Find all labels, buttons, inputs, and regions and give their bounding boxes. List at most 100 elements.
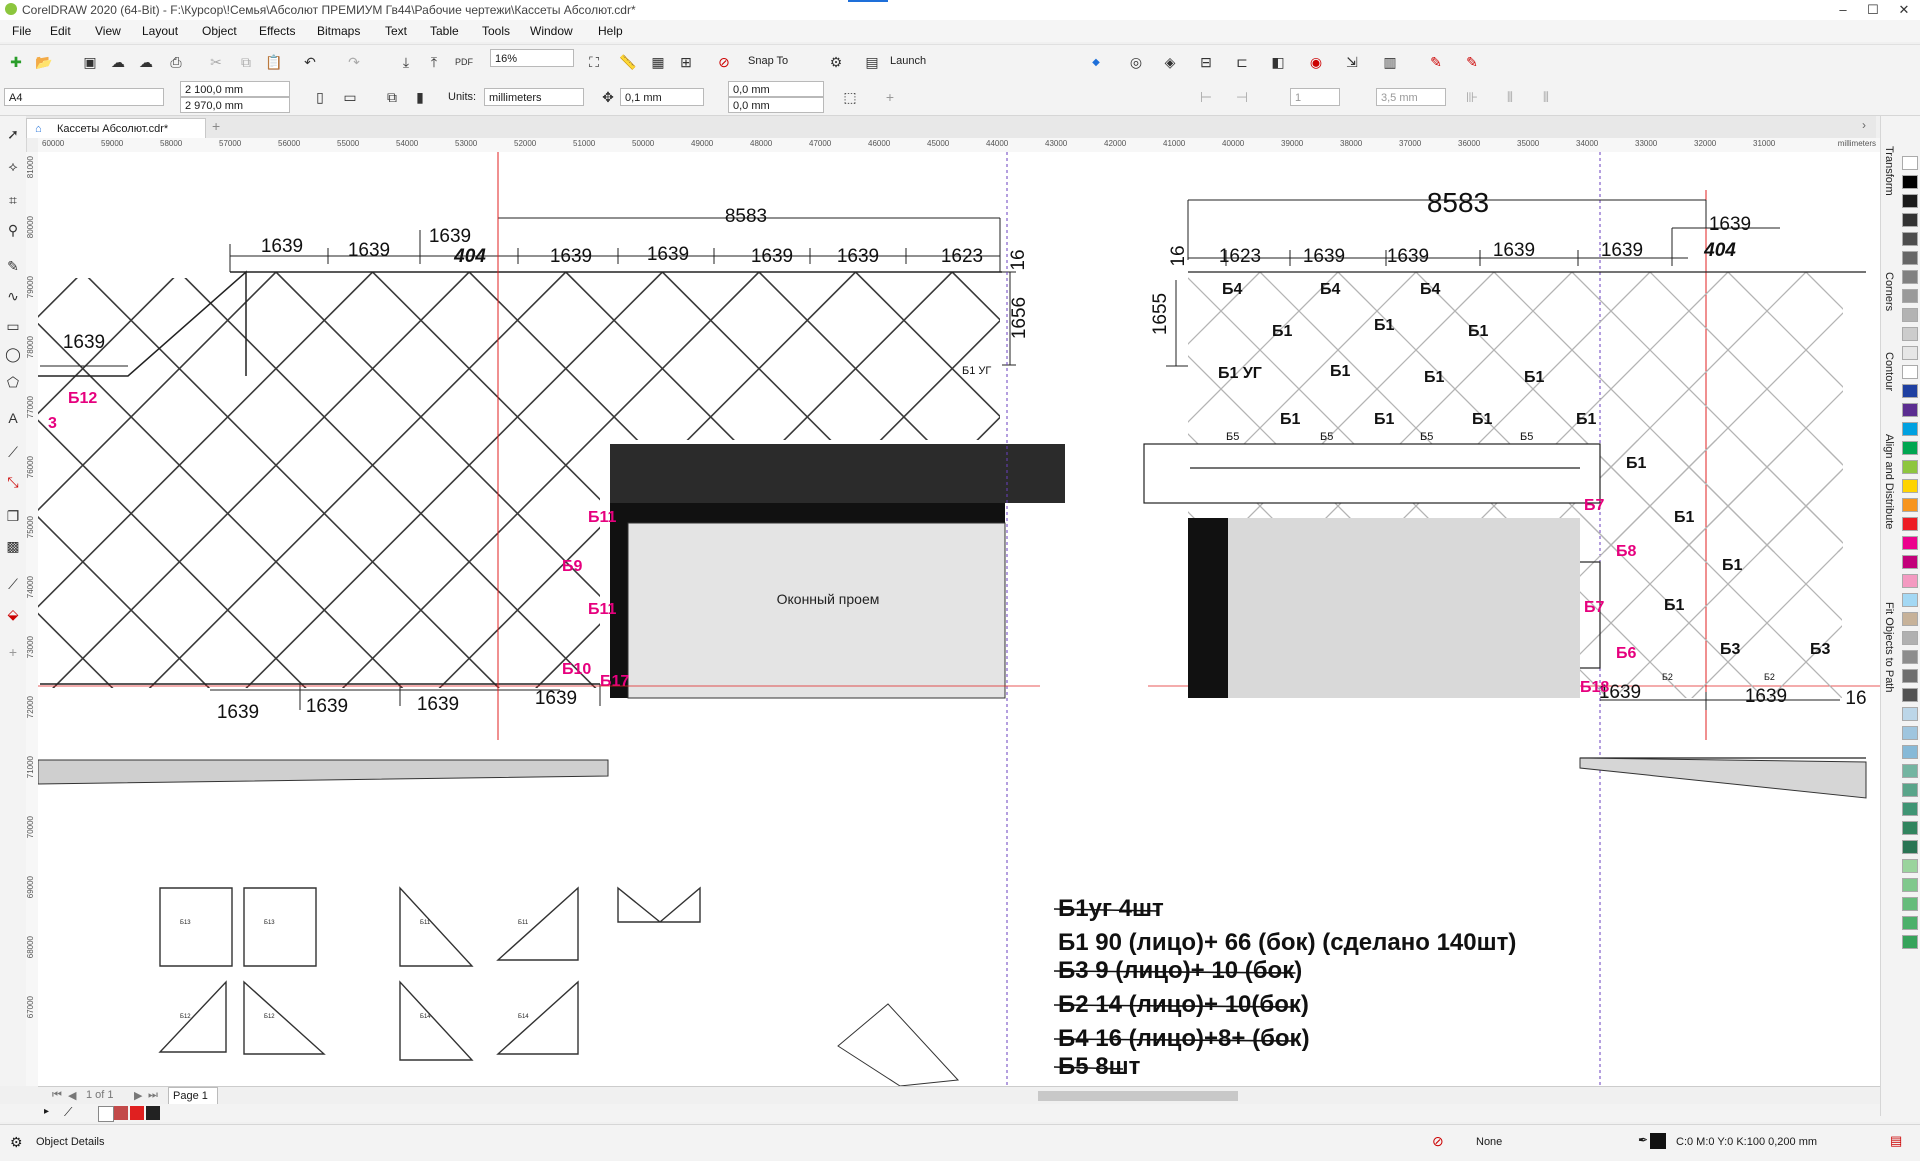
palette-swatch[interactable] — [1902, 688, 1918, 702]
first-page-icon[interactable]: ⏮ — [52, 1089, 62, 1102]
undo-icon[interactable]: ↶ — [300, 52, 320, 72]
horizontal-ruler[interactable]: 60000 59000 58000 57000 56000 55000 54000 53000… — [38, 138, 1880, 153]
palette-swatch[interactable] — [1902, 669, 1918, 683]
distribute-b-icon[interactable]: ⦀ — [1500, 87, 1520, 107]
horizontal-scrollbar[interactable] — [1038, 1091, 1238, 1101]
distribute-a-icon[interactable]: ⊪ — [1462, 87, 1482, 107]
color-settings-icon[interactable]: ▤ — [1890, 1133, 1902, 1149]
palette-swatch[interactable] — [1902, 403, 1918, 417]
eyedropper-tool-icon[interactable]: ⟋ — [3, 574, 23, 594]
docker-corners[interactable]: Corners — [1883, 272, 1895, 311]
units-select[interactable]: millimeters — [484, 88, 584, 106]
palette-arrow-icon[interactable]: ▸ — [44, 1106, 49, 1117]
select-all-icon[interactable]: ⬚ — [840, 87, 860, 107]
page-size-select[interactable]: A4 — [4, 88, 164, 106]
snap-to-dropdown[interactable]: Snap To — [748, 55, 788, 67]
panel-icon[interactable]: ▥ — [1380, 52, 1400, 72]
nudge-distance-field[interactable]: 0,1 mm — [620, 88, 704, 106]
next-page-icon[interactable]: ▶ — [134, 1089, 142, 1102]
palette-swatch[interactable] — [1902, 612, 1918, 626]
palette-swatch[interactable] — [1902, 365, 1918, 379]
swatch-red[interactable] — [130, 1106, 144, 1120]
publish-pdf-icon[interactable]: PDF — [454, 52, 474, 72]
zoom-level-field[interactable]: 16% — [490, 49, 574, 67]
current-page-icon[interactable]: ▮ — [410, 87, 430, 107]
align-icon[interactable]: ⊟ — [1196, 52, 1216, 72]
open-icon[interactable]: 📂 — [34, 52, 54, 72]
palette-swatch[interactable] — [1902, 289, 1918, 303]
docker-fit-path[interactable]: Fit Objects to Path — [1883, 602, 1895, 692]
document-tab[interactable]: ⌂ Кассеты Абсолют.cdr* — [26, 118, 206, 138]
minimize-button[interactable]: – — [1828, 0, 1858, 20]
palette-swatch[interactable] — [1902, 935, 1918, 949]
menu-edit[interactable]: Edit — [50, 24, 71, 38]
prev-page-icon[interactable]: ◀ — [68, 1089, 76, 1102]
palette-swatch[interactable] — [1902, 783, 1918, 797]
dimension-a-icon[interactable]: ⊢ — [1196, 87, 1216, 107]
transparency-tool-icon[interactable]: ▩ — [3, 536, 23, 556]
spacing-field[interactable]: 3,5 mm — [1376, 88, 1446, 106]
swatch-red-dark[interactable] — [114, 1106, 128, 1120]
crop-tool-icon[interactable]: ⌗ — [3, 190, 23, 210]
cut-icon[interactable]: ✂ — [206, 52, 226, 72]
connector-tool-icon[interactable]: ⤡ — [3, 472, 23, 492]
palette-swatch[interactable] — [1902, 859, 1918, 873]
menu-text[interactable]: Text — [385, 24, 407, 38]
order-icon[interactable]: ◧ — [1268, 52, 1288, 72]
launch-icon[interactable]: ▤ — [862, 52, 882, 72]
shape-edit-icon[interactable]: ⟡ — [3, 156, 23, 176]
fill-tool-icon[interactable]: ⬙ — [3, 604, 23, 624]
freehand-tool-icon[interactable]: ✎ — [3, 256, 23, 276]
zoom-tool-icon[interactable]: ⚲ — [3, 220, 23, 240]
dimension-b-icon[interactable]: ⊣ — [1232, 87, 1252, 107]
drawing-canvas[interactable]: Оконный проем 1639 1639 1639 1639 1639 1… — [38, 152, 1880, 1086]
polygon-tool-icon[interactable]: ⬠ — [3, 372, 23, 392]
menu-layout[interactable]: Layout — [142, 24, 178, 38]
palette-swatch[interactable] — [1902, 194, 1918, 208]
launch-dropdown[interactable]: Launch — [890, 55, 926, 67]
tab-scroll-icon[interactable]: › — [1862, 118, 1866, 132]
distribute-c-icon[interactable]: ⫴ — [1536, 87, 1556, 107]
full-screen-icon[interactable]: ⛶ — [584, 52, 604, 72]
docker-align[interactable]: Align and Distribute — [1883, 434, 1895, 529]
palette-swatch[interactable] — [1902, 536, 1918, 550]
text-tool-icon[interactable]: A — [3, 408, 23, 428]
page-tab[interactable]: Page 1 — [168, 1087, 218, 1105]
palette-swatch[interactable] — [1902, 460, 1918, 474]
palette-swatch[interactable] — [1902, 593, 1918, 607]
palette-swatch[interactable] — [1902, 308, 1918, 322]
cloud-download-icon[interactable]: ☁ — [136, 52, 156, 72]
rectangle-tool-icon[interactable]: ▭ — [3, 316, 23, 336]
record-icon[interactable]: ◉ — [1306, 52, 1326, 72]
duplicate-y-field[interactable]: 0,0 mm — [728, 97, 824, 113]
menu-effects[interactable]: Effects — [259, 24, 295, 38]
page-width-field[interactable]: 2 100,0 mm — [180, 81, 290, 97]
palette-swatch[interactable] — [1902, 916, 1918, 930]
menu-table[interactable]: Table — [430, 24, 459, 38]
menu-tools[interactable]: Tools — [482, 24, 510, 38]
palette-swatch[interactable] — [1902, 441, 1918, 455]
palette-swatch[interactable] — [1902, 821, 1918, 835]
portrait-icon[interactable]: ▯ — [310, 87, 330, 107]
object-details[interactable]: Object Details — [36, 1136, 104, 1148]
add-tab-icon[interactable]: + — [212, 118, 220, 134]
plugin-b-icon[interactable]: ✎ — [1462, 52, 1482, 72]
palette-swatch[interactable] — [1902, 707, 1918, 721]
last-page-icon[interactable]: ⏭ — [148, 1089, 158, 1102]
guidelines-icon[interactable]: ⊞ — [676, 52, 696, 72]
close-button[interactable]: ✕ — [1888, 0, 1920, 20]
count-field[interactable]: 1 — [1290, 88, 1340, 106]
add-icon[interactable]: + — [880, 87, 900, 107]
palette-swatch[interactable] — [1902, 346, 1918, 360]
add-tool-icon[interactable]: + — [3, 642, 23, 662]
import-icon[interactable]: ⤓ — [396, 52, 416, 72]
ellipse-tool-icon[interactable]: ◯ — [3, 344, 23, 364]
swatch-black[interactable] — [146, 1106, 160, 1120]
menu-object[interactable]: Object — [202, 24, 237, 38]
grid-icon[interactable]: ▦ — [648, 52, 668, 72]
palette-swatch[interactable] — [1902, 840, 1918, 854]
palette-swatch[interactable] — [1902, 745, 1918, 759]
paste-icon[interactable]: 📋 — [264, 52, 284, 72]
palette-swatch[interactable] — [1902, 650, 1918, 664]
palette-swatch[interactable] — [1902, 270, 1918, 284]
